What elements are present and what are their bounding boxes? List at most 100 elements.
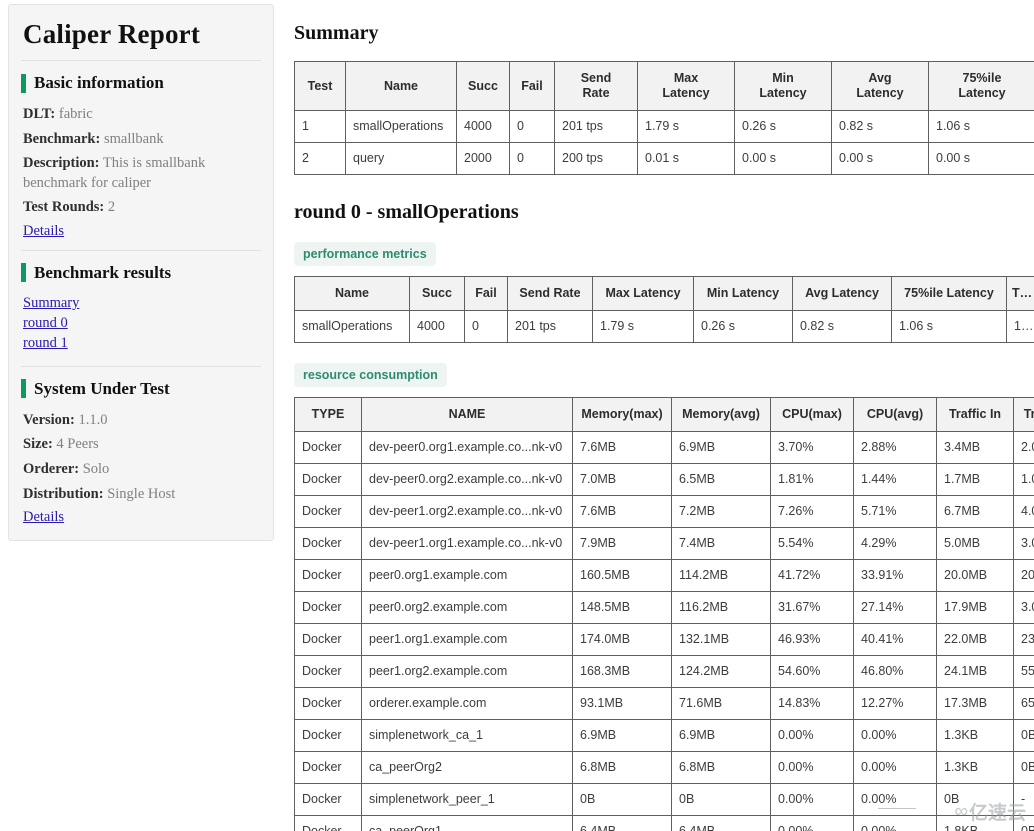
table-row: Docker peer1.org1.example.com 174.0MB 132.1… [294,623,1034,656]
performance-metrics-badge: performance metrics [294,242,436,266]
basic-details-link[interactable]: Details [23,223,261,240]
table-cell: 46.80% [853,655,937,688]
table-cell: 160.5MB [572,559,672,592]
table-header-row: TYPE NAME Memory(max) Memory(avg) CPU(max) CP… [294,397,1034,432]
table-cell: query [345,142,457,175]
column-header: CPU(max) [770,397,854,432]
table-cell: 1.44% [853,463,937,496]
table-cell: 3.0MB [1013,591,1034,624]
table-cell: 0.82 s [831,110,929,143]
table-cell: 1.79 s [637,110,735,143]
divider [21,365,261,367]
table-cell: 20.5MB [1013,559,1034,592]
table-cell: 7.0MB [572,463,672,496]
table-cell: 1.3KB [936,751,1014,784]
nav-link-summary[interactable]: Summary [23,295,261,312]
info-value: smallbank [103,130,164,147]
column-header: 75%ile Latency [891,276,1007,311]
column-header: NAME [361,397,573,432]
table-cell: 4.29% [853,527,937,560]
table-cell: 41.72% [770,559,854,592]
table-cell: simplenetwork_peer_1 [361,783,573,816]
table-cell: 1.0MB [1013,463,1034,496]
table-cell: 17.9MB [936,591,1014,624]
table-cell: 93.1MB [572,687,672,720]
column-header: Fail [464,276,508,311]
table-cell: ca_peerOrg2 [361,751,573,784]
table-cell: dev-peer0.org1.example.co...nk-v0 [361,431,573,464]
table-cell: Docker [294,495,362,528]
table-cell: 0 [464,310,508,343]
table-row: Docker simplenetwork_ca_1 6.9MB 6.9MB 0.00% 0… [294,719,1034,752]
table-header-row: Test Name Succ Fail Send Rate Max Latency Min Lat… [294,61,1034,111]
res-table-body: Docker dev-peer0.org1.example.co...nk-v0 7… [294,431,1034,831]
column-header: Max Latency [637,61,735,111]
table-cell: 1.06 s [891,310,1007,343]
table-cell: 7.26% [770,495,854,528]
nav-link-round-1[interactable]: round 1 [23,335,261,352]
table-cell: ca_peerOrg1 [361,815,573,831]
table-cell: peer0.org1.example.com [361,559,573,592]
table-cell: 0 [509,110,555,143]
table-cell: 17.3MB [936,687,1014,720]
table-cell: 0.00% [853,815,937,831]
sut-details-link[interactable]: Details [23,509,261,526]
table-cell: Docker [294,591,362,624]
info-value: fabric [58,106,93,122]
info-label: Benchmark: [23,130,101,147]
sidebar: Caliper Report Basic information DLT: fa… [8,4,274,542]
table-cell: 132.1MB [671,623,771,656]
info-label: Distribution: [23,485,104,502]
table-cell: orderer.example.com [361,687,573,720]
table-cell: 5.0MB [936,527,1014,560]
summary-table-head: Test Name Succ Fail Send Rate Max Latency Min Lat… [294,61,1034,111]
summary-heading: Summary [294,22,379,44]
table-cell: 4.0MB [1013,495,1034,528]
table-cell: Docker [294,527,362,560]
table-cell: 71.6MB [671,687,771,720]
table-cell: 24.1MB [936,655,1014,688]
section-marker-icon [21,379,26,399]
table-cell: 33.91% [853,559,937,592]
table-cell: 0.00% [770,719,854,752]
info-value: 4 Peers [56,436,99,453]
table-cell: 201 tps [554,110,638,143]
table-cell: Docker [294,687,362,720]
resource-consumption-table: TYPE NAME Memory(max) Memory(avg) CPU(max) CP… [294,397,1034,831]
table-row: smallOperations 4000 0 201 tps 1.79 s 0.26 s0… [294,310,1034,343]
sidebar-section-benchmark-results: Benchmark results [21,263,261,283]
info-value: Solo [82,460,110,477]
table-cell: 200 tps [554,142,638,175]
sidebar-heading-benchmark: Benchmark results [34,262,172,282]
column-header: Name [294,276,410,311]
table-cell: 2000 [456,142,510,175]
info-value: Single Host [107,485,176,502]
table-cell: dev-peer0.org2.example.co...nk-v0 [361,463,573,496]
table-row: Docker ca_peerOrg2 6.8MB 6.8MB 0.00% 0.00% 1.3… [294,751,1034,784]
info-label: Orderer: [23,460,80,477]
table-cell: 7.2MB [671,495,771,528]
table-cell: peer1.org1.example.com [361,623,573,656]
table-cell: 2.88% [853,431,937,464]
table-cell: Docker [294,431,362,464]
info-row-description: Description: This is smallbank benchmark… [23,154,261,193]
table-row: Docker simplenetwork_peer_1 0B 0B 0.00% 0.00%… [294,783,1034,816]
table-cell: Docker [294,655,362,688]
table-cell: smallOperations [345,110,457,143]
sut-row-orderer: Orderer: Solo [23,460,261,480]
table-cell: 195 tps [1006,310,1034,343]
sidebar-section-system-under-test: System Under Test [21,379,261,399]
table-row: Docker peer0.org1.example.com 160.5MB 114.2… [294,559,1034,592]
info-row-benchmark: Benchmark: smallbank [23,130,261,150]
table-cell: 7.6MB [572,495,672,528]
table-cell: 0.26 s [693,310,793,343]
nav-link-round-0[interactable]: round 0 [23,315,261,332]
res-table-head: TYPE NAME Memory(max) Memory(avg) CPU(max) CP… [294,397,1034,432]
table-cell: - [1013,783,1034,816]
table-cell: 5.54% [770,527,854,560]
table-cell: 54.60% [770,655,854,688]
table-cell: 1.06 s [928,110,1034,143]
column-header: TYPE [294,397,362,432]
column-header: Min Latency [734,61,832,111]
